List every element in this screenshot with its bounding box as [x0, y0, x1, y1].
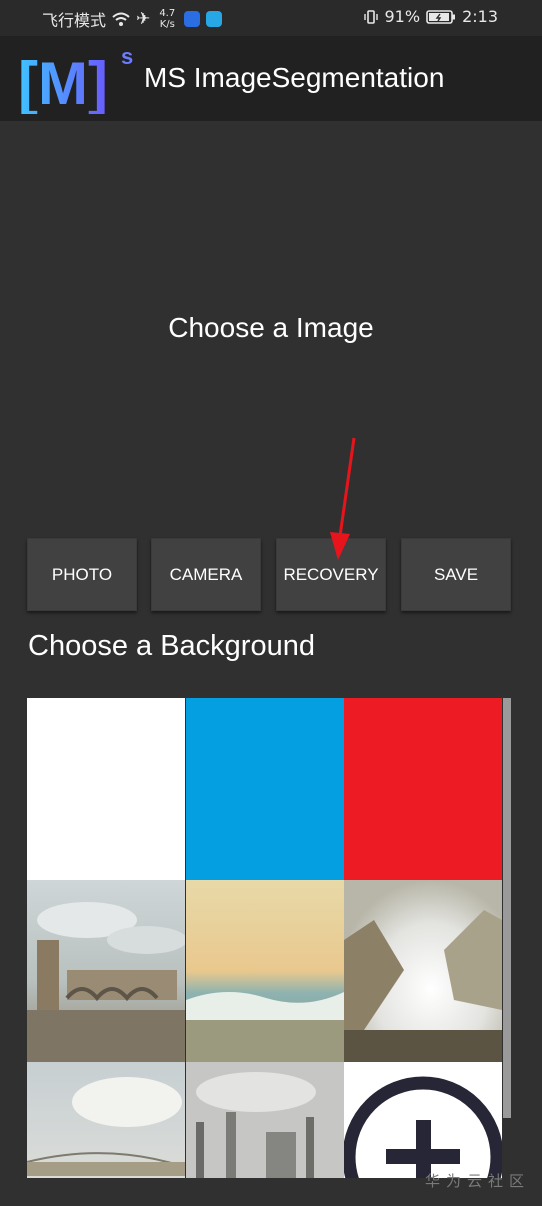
annotation-arrow-icon	[330, 437, 356, 560]
bg-solid-blue[interactable]	[186, 698, 344, 880]
speed-unit: K/s	[159, 19, 175, 30]
bg-solid-white[interactable]	[27, 698, 185, 880]
bg-painting-seascape[interactable]	[186, 880, 344, 1062]
app-title: MS ImageSegmentation	[144, 62, 445, 93]
bg-painting-sky-bridge[interactable]	[27, 1062, 185, 1178]
choose-image-prompt[interactable]: Choose a Image	[0, 312, 542, 344]
bg-solid-red[interactable]	[344, 698, 502, 880]
save-button[interactable]: SAVE	[401, 538, 511, 611]
watermark: 华为云社区	[424, 1172, 530, 1190]
choose-background-prompt: Choose a Background	[28, 630, 315, 662]
photo-button[interactable]: PHOTO	[27, 538, 137, 611]
speed-value: 4.7	[159, 8, 176, 19]
grid-scrollbar[interactable]	[503, 698, 511, 1118]
camera-button[interactable]: CAMERA	[151, 538, 261, 611]
add-background-button[interactable]	[344, 1062, 502, 1178]
app-logo: [M] s	[18, 44, 133, 114]
wifi-icon	[112, 12, 130, 26]
logo-superscript: s	[121, 44, 133, 69]
notification-app-icon-1	[184, 11, 201, 27]
network-speed: 4.7 K/s	[156, 8, 178, 30]
battery-percent: 91%	[384, 7, 421, 26]
airplane-icon: ✈	[136, 9, 151, 29]
add-icon	[344, 1076, 502, 1178]
app-bar: [M] s MS ImageSegmentation	[0, 36, 542, 121]
status-bar: 飞行模式 ✈ 4.7 K/s 91% 2:13	[0, 0, 542, 36]
battery-charging-icon	[426, 9, 456, 24]
bg-painting-mountain-lake[interactable]	[344, 880, 502, 1062]
logo-text: [M]	[18, 50, 108, 114]
vibrate-icon	[363, 9, 378, 24]
bg-painting-city-bridge[interactable]	[27, 880, 185, 1062]
notification-app-icon-2	[206, 11, 223, 27]
clock: 2:13	[462, 7, 498, 26]
background-grid	[27, 698, 503, 1178]
airplane-mode-label: 飞行模式	[42, 11, 107, 30]
bg-painting-grey-city[interactable]	[186, 1062, 344, 1178]
